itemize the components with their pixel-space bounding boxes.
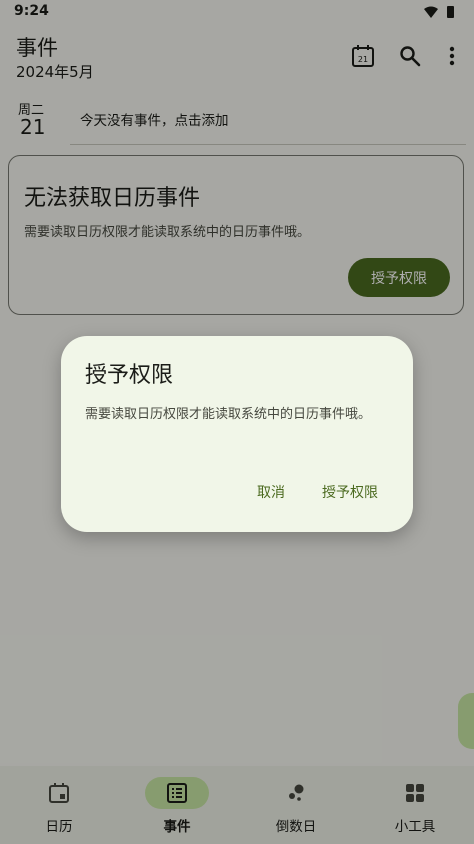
dialog-grant-button[interactable]: 授予权限 (322, 482, 378, 502)
dialog-body: 需要读取日历权限才能读取系统中的日历事件哦。 (85, 407, 372, 422)
dialog-cancel-button[interactable]: 取消 (257, 482, 285, 502)
dialog-title: 授予权限 (85, 363, 174, 388)
